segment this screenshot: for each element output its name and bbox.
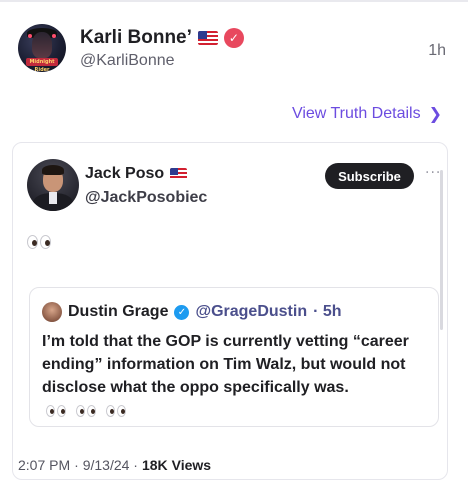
embedded-author-avatar[interactable] — [27, 159, 79, 211]
eye-shape — [40, 235, 51, 249]
us-flag-icon — [170, 168, 188, 180]
embedded-author-line: Jack Poso — [85, 165, 188, 183]
avatar-shirt-shape — [49, 192, 57, 204]
author-handle[interactable]: @KarliBonne — [80, 52, 175, 70]
eye-shape — [106, 404, 115, 417]
view-truth-details-link[interactable]: View Truth Details ❯ — [292, 104, 442, 123]
meta-views-count: 18K — [141, 457, 168, 473]
quoted-author-avatar[interactable] — [42, 302, 62, 322]
quoted-author-handle[interactable]: @GrageDustin — [195, 303, 307, 321]
emoji-gap — [68, 405, 74, 417]
quoted-post-header: Dustin Grage ✓ @GrageDustin · 5h — [42, 302, 342, 322]
post-timestamp: 1h — [428, 42, 446, 59]
chevron-right-icon: ❯ — [428, 104, 442, 123]
post-meta-line: 2:07 PM · 9/13/24 · 18K Views — [18, 457, 211, 473]
quoted-post-card[interactable]: Dustin Grage ✓ @GrageDustin · 5h I’m tol… — [29, 287, 439, 427]
author-name[interactable]: Karli Bonne’ — [80, 27, 192, 49]
more-options-icon[interactable]: ··· — [425, 165, 441, 181]
quoted-post-time: · 5h — [313, 303, 342, 320]
embedded-author-handle[interactable]: @JackPosobiec — [85, 189, 207, 207]
verified-badge-icon: ✓ — [223, 28, 244, 48]
meta-date: · 9/13/24 · — [74, 457, 138, 473]
emoji-gap — [98, 405, 104, 417]
eye-shape — [27, 235, 38, 249]
avatar-figure-shape — [32, 32, 52, 58]
avatar-banner: Midnight Rider — [26, 58, 58, 72]
embedded-author-name[interactable]: Jack Poso — [85, 165, 164, 183]
quoted-author-name[interactable]: Dustin Grage — [68, 303, 168, 321]
meta-views-label: Views — [171, 457, 212, 473]
eyes-emoji-group-icon — [46, 404, 126, 417]
avatar-light-dot — [52, 34, 56, 38]
author-avatar[interactable]: Midnight Rider — [18, 24, 66, 72]
meta-time: 2:07 PM — [18, 457, 71, 473]
avatar-light-dot — [28, 34, 32, 38]
post-header: Midnight Rider Karli Bonne’ ✓ @KarliBonn… — [18, 24, 450, 76]
quoted-post-text: I’m told that the GOP is currently vetti… — [42, 330, 426, 422]
subscribe-button[interactable]: Subscribe — [325, 163, 414, 189]
quoted-post-body: I’m told that the GOP is currently vetti… — [42, 333, 409, 396]
eye-shape — [117, 404, 126, 417]
verified-checkmark-icon: ✓ — [174, 304, 190, 320]
avatar-hair-shape — [42, 165, 64, 175]
eye-shape — [46, 404, 55, 417]
eye-shape — [76, 404, 85, 417]
embedded-post-card[interactable]: Jack Poso @JackPosobiec Subscribe ··· Du… — [12, 142, 448, 480]
view-truth-details-label: View Truth Details — [291, 104, 421, 122]
top-divider — [0, 0, 468, 2]
eye-shape — [87, 404, 96, 417]
us-flag-icon — [197, 31, 218, 45]
eyes-emoji-icon — [27, 235, 51, 249]
embedded-scrollbar[interactable] — [440, 170, 443, 330]
author-line: Karli Bonne’ ✓ — [80, 26, 244, 50]
eye-shape — [57, 404, 66, 417]
